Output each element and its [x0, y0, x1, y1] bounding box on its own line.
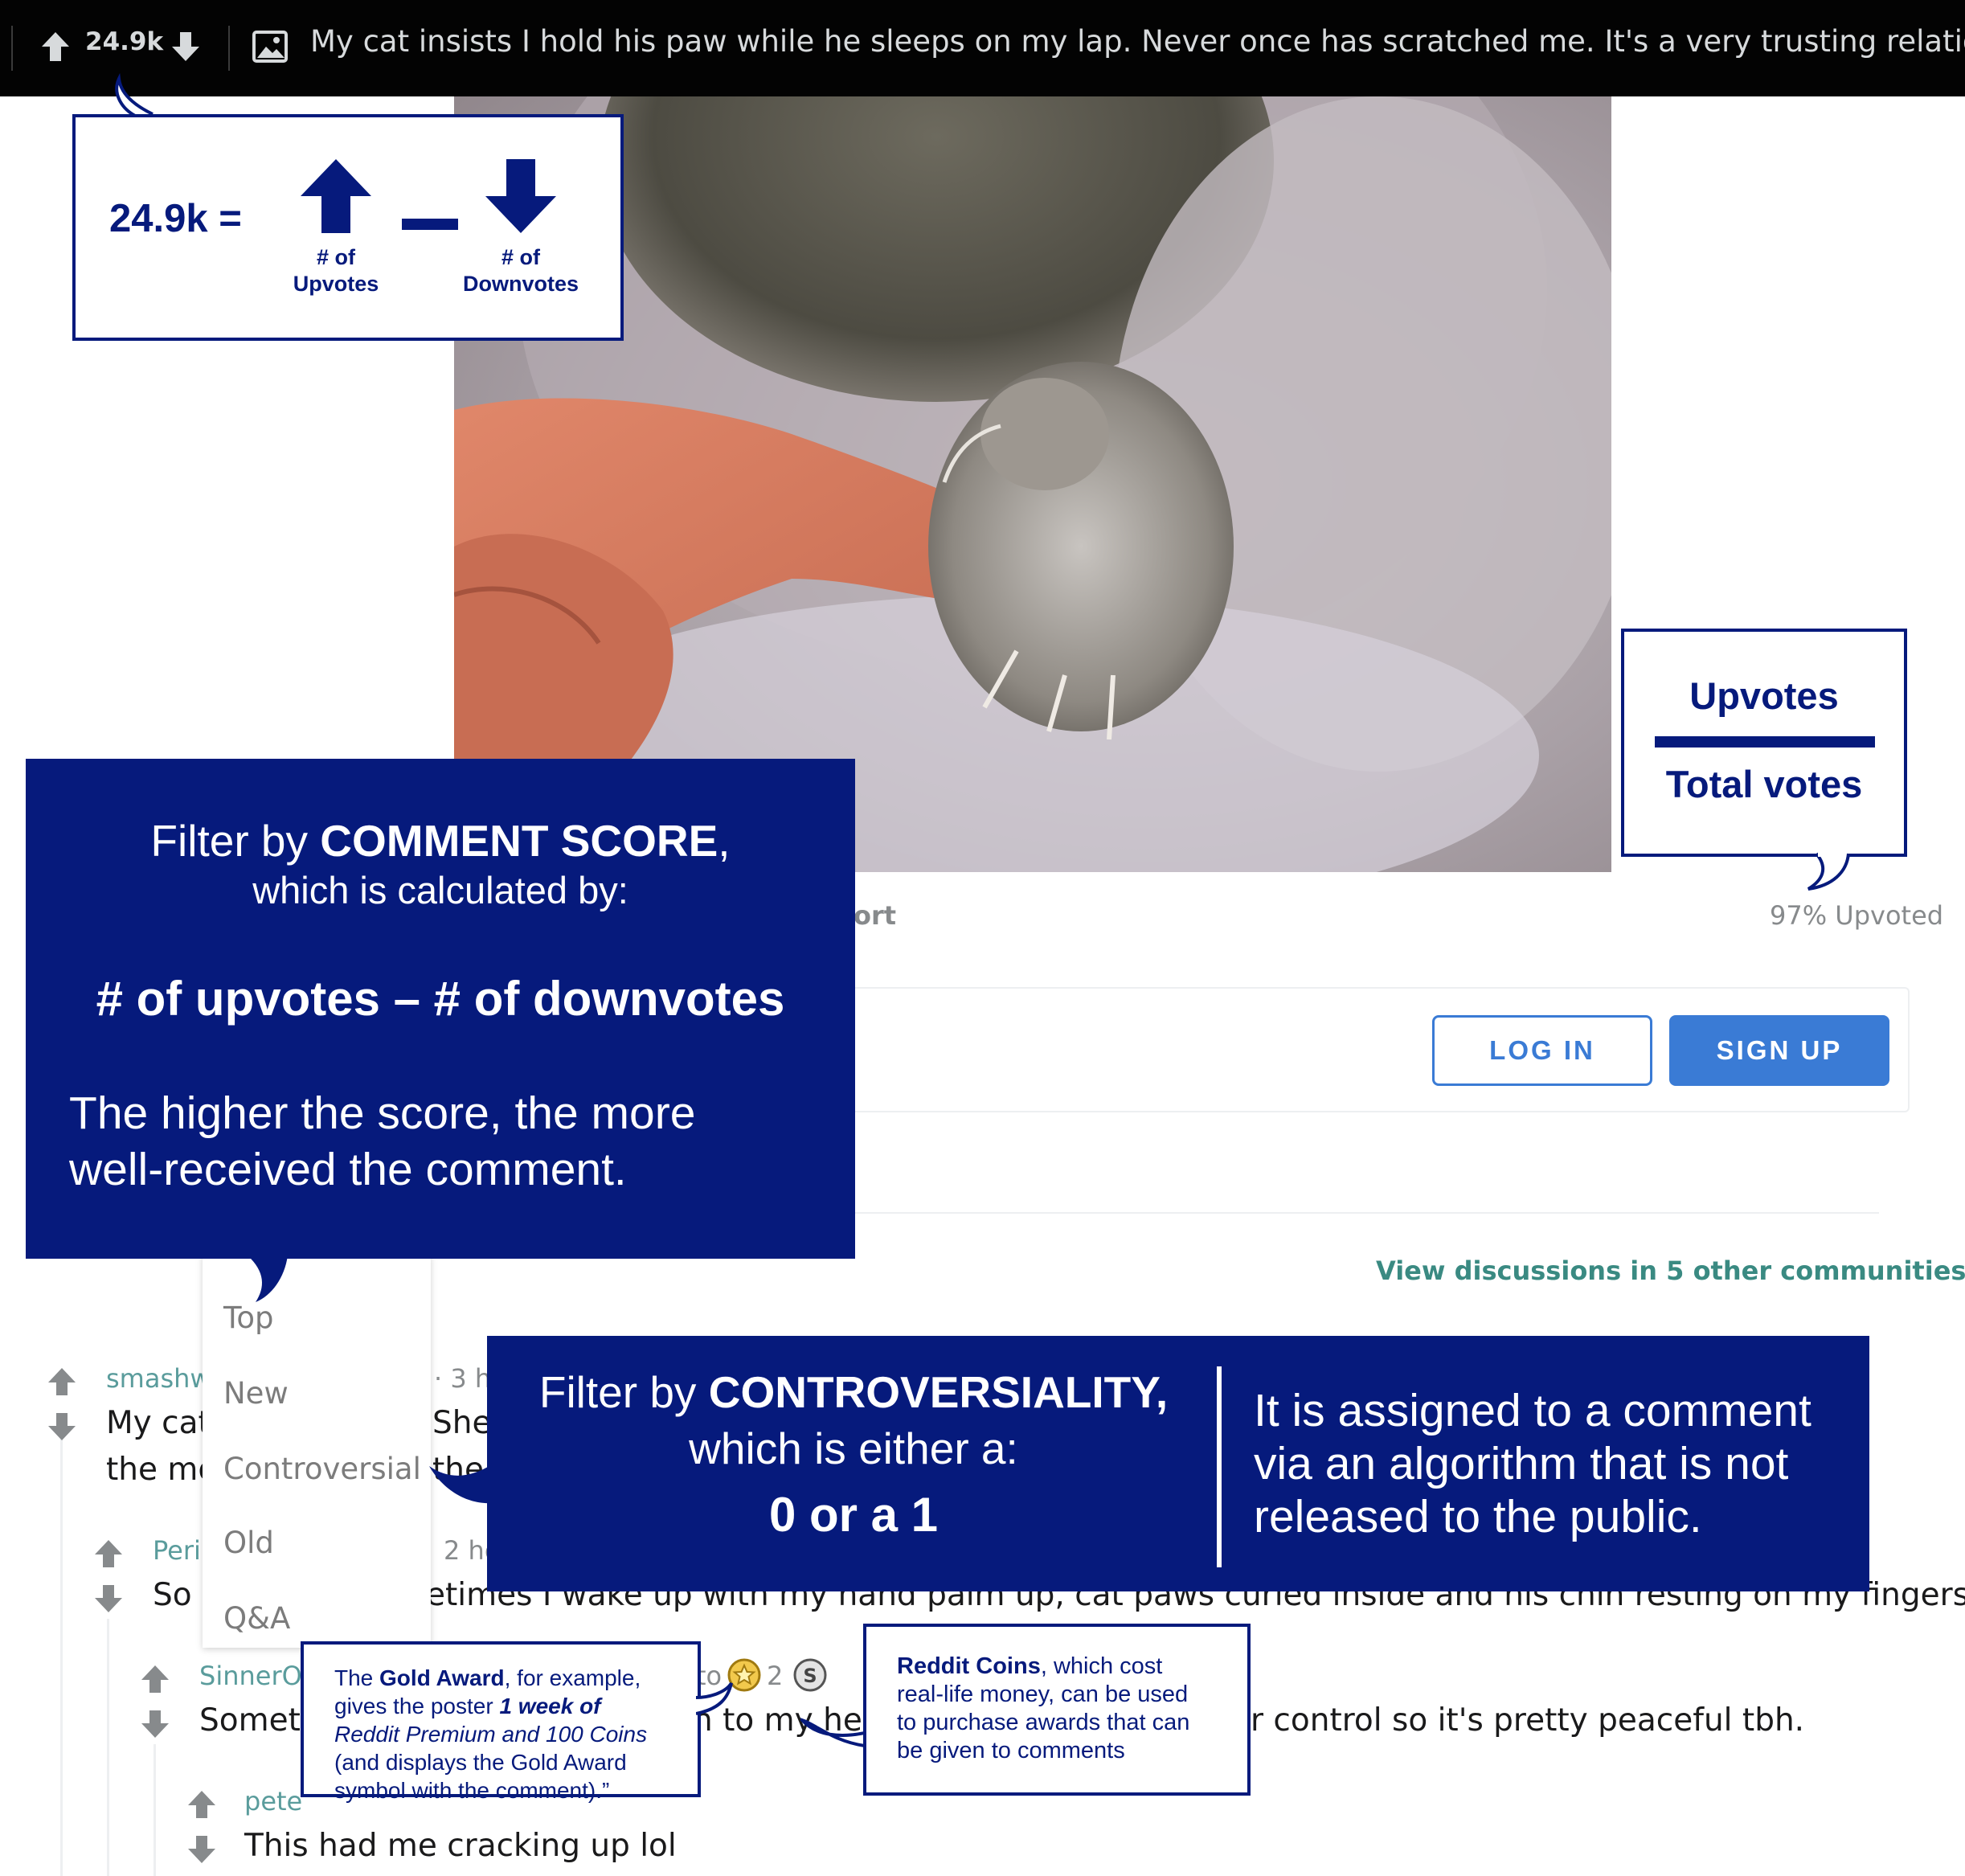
minus-sign: [402, 219, 458, 230]
sort-option-old[interactable]: Old: [223, 1526, 274, 1560]
thread-line[interactable]: [107, 1619, 109, 1876]
sign-up-button[interactable]: SIGN UP: [1669, 1015, 1889, 1086]
comment-username[interactable]: SinnerOf: [199, 1661, 311, 1691]
callout-pointer: [800, 1718, 865, 1747]
score-formula-callout: 24.9k = # of Upvotes # of Downvotes: [72, 114, 624, 341]
comment-text: She: [432, 1405, 492, 1441]
comment-text: My cat: [106, 1405, 211, 1441]
downvote-arrow-icon[interactable]: [47, 1411, 77, 1442]
controversiality-callout: Filter by CONTROVERSIALITY, which is eit…: [487, 1336, 1869, 1591]
comment-text: Someti: [199, 1702, 309, 1739]
divider: [804, 1212, 1879, 1214]
svg-text:S: S: [803, 1665, 817, 1687]
sort-option-top[interactable]: Top: [223, 1301, 273, 1335]
ratio-numerator: Upvotes: [1689, 674, 1839, 717]
silver-award-icon[interactable]: S: [792, 1657, 828, 1693]
ratio-denominator: Total votes: [1665, 763, 1863, 805]
fraction-bar: [1655, 736, 1875, 748]
thread-line[interactable]: [60, 1431, 63, 1876]
post-image[interactable]: [454, 96, 1611, 872]
sort-option-new[interactable]: New: [223, 1376, 289, 1411]
callout-pointer: [429, 1464, 492, 1504]
callout-heading: Filter by CONTROVERSIALITY,: [538, 1367, 1169, 1417]
comment-text: the mo: [106, 1452, 218, 1488]
comment-username[interactable]: Peril: [153, 1535, 208, 1566]
downvote-arrow-icon[interactable]: [170, 31, 201, 63]
callout-explanation: The higher the score, the more: [69, 1088, 696, 1139]
comment-username[interactable]: pete: [244, 1786, 302, 1817]
score-formula: # of upvotes – # of downvotes: [96, 972, 785, 1026]
callout-pointer: [248, 1255, 288, 1302]
upvote-arrow-icon[interactable]: [140, 1664, 170, 1694]
upvote-arrow-icon: [301, 159, 371, 233]
upvote-arrow-icon[interactable]: [93, 1538, 124, 1569]
callout-subheading: which is either a:: [689, 1423, 1018, 1473]
sort-option-qa[interactable]: Q&A: [223, 1601, 290, 1636]
downvote-arrow-icon: [485, 159, 556, 233]
callout-explanation: well-received the comment.: [69, 1144, 627, 1195]
callout-pointer: [115, 72, 154, 118]
log-in-button[interactable]: LOG IN: [1432, 1015, 1652, 1086]
callout-pointer: [696, 1681, 733, 1715]
callout-heading: Filter by COMMENT SCORE,: [150, 816, 731, 866]
other-discussions-link[interactable]: View discussions in 5 other communities: [1376, 1255, 1965, 1286]
post-top-bar: 24.9k My cat insists I hold his paw whil…: [0, 0, 1965, 96]
downvote-arrow-icon[interactable]: [140, 1709, 170, 1739]
callout-subheading: which is calculated by:: [252, 869, 628, 911]
controversy-value: 0 or a 1: [768, 1488, 939, 1542]
cat-paw-photo: [454, 96, 1611, 872]
callout-pointer: [1807, 852, 1850, 891]
downvote-arrow-icon[interactable]: [186, 1834, 217, 1865]
award-count: 2: [767, 1661, 784, 1691]
comment-username[interactable]: smashw: [106, 1363, 211, 1394]
thread-line[interactable]: [154, 1744, 156, 1876]
post-title[interactable]: My cat insists I hold his paw while he s…: [310, 24, 1965, 59]
comment-text: r control so it's pretty peaceful tbh.: [1251, 1702, 1805, 1739]
reddit-coins-callout: Reddit Coins, which cost real-life money…: [863, 1624, 1251, 1796]
comment-timestamp: · 3 h: [434, 1363, 492, 1394]
comment-text: This had me cracking up lol: [244, 1828, 677, 1864]
downvotes-label: # of Downvotes: [462, 245, 579, 296]
image-post-icon: [252, 31, 288, 63]
sort-option-controversial[interactable]: Controversial: [223, 1452, 421, 1486]
report-link[interactable]: ort: [854, 900, 896, 931]
score-value: 24.9k =: [109, 197, 242, 240]
post-score: 24.9k: [85, 27, 164, 56]
upvote-arrow-icon[interactable]: [186, 1789, 217, 1820]
gold-award-callout: The Gold Award, for example, gives the p…: [301, 1641, 701, 1803]
upvote-percentage: 97% Upvoted: [1770, 900, 1944, 931]
divider: [11, 26, 13, 71]
comment-score-callout: Filter by COMMENT SCORE, which is calcul…: [26, 759, 855, 1259]
divider: [1217, 1366, 1222, 1567]
upvote-ratio-callout: Upvotes Total votes: [1621, 629, 1907, 857]
upvote-arrow-icon[interactable]: [47, 1366, 77, 1397]
upvotes-label: # of Upvotes: [293, 245, 379, 296]
downvote-arrow-icon[interactable]: [93, 1583, 124, 1614]
upvote-arrow-icon[interactable]: [40, 31, 71, 63]
divider: [228, 26, 230, 71]
controversy-explanation: It is assigned to a comment via an algor…: [1254, 1385, 1811, 1542]
